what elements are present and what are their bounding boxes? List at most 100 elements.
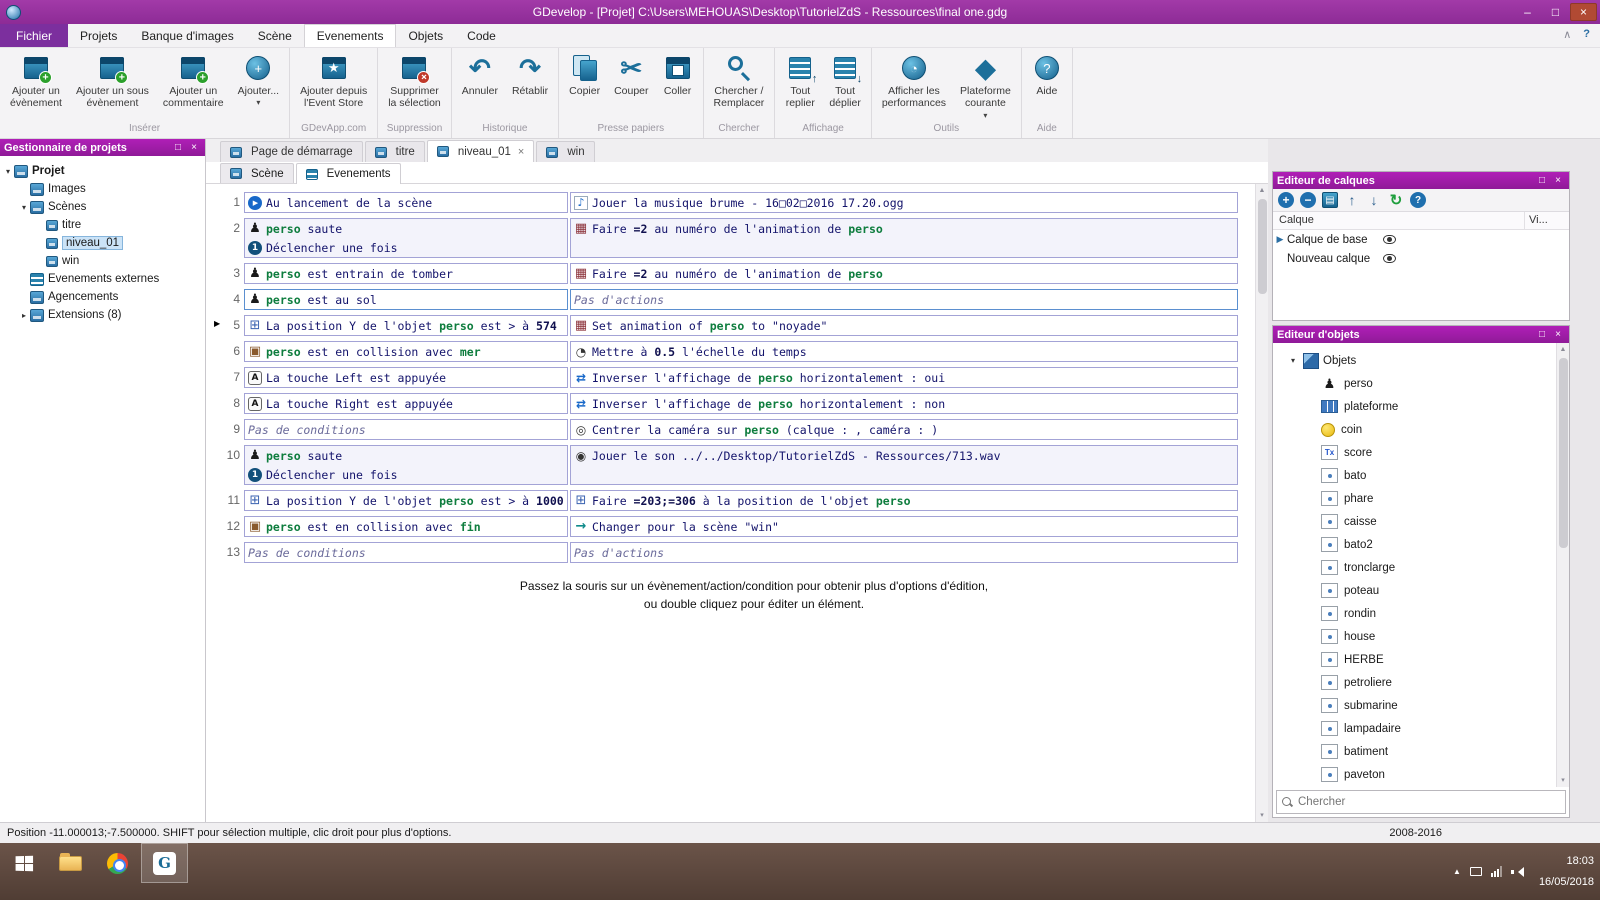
layers-help-icon[interactable]: ? xyxy=(1410,192,1426,208)
tree-item-images[interactable]: Images xyxy=(2,180,203,198)
event-conditions[interactable]: ALa touche Left est appuyée xyxy=(244,367,568,388)
layer-row-nouveau[interactable]: Nouveau calque xyxy=(1273,249,1569,268)
menu-objets[interactable]: Objets xyxy=(396,24,455,47)
scrollbar-thumb[interactable] xyxy=(1559,358,1568,548)
object-item[interactable]: bato2 xyxy=(1273,533,1569,556)
menu-projets[interactable]: Projets xyxy=(68,24,129,47)
event-row[interactable]: 2 ♟perso saute 1Déclencher une fois ▦Fai… xyxy=(218,218,1248,258)
event-conditions[interactable]: ⊞La position Y de l'objet perso est > à … xyxy=(244,315,568,336)
object-item[interactable]: petroliere xyxy=(1273,671,1569,694)
event-actions[interactable]: ▦Faire =2 au numéro de l'animation de pe… xyxy=(570,218,1238,258)
scroll-down-icon[interactable]: ▾ xyxy=(1260,809,1264,822)
close-tab-icon[interactable]: × xyxy=(518,146,524,158)
menu-code[interactable]: Code xyxy=(455,24,508,47)
paste-button[interactable]: Coller xyxy=(656,50,700,97)
start-button[interactable] xyxy=(0,843,47,883)
copy-button[interactable]: Copier xyxy=(562,50,607,97)
close-panel-icon[interactable]: × xyxy=(1551,329,1565,340)
event-actions[interactable]: ◉Jouer le son ../../Desktop/TutorielZdS … xyxy=(570,445,1238,485)
object-item[interactable]: lampadaire xyxy=(1273,717,1569,740)
move-layer-down-icon[interactable]: ↓ xyxy=(1366,192,1382,208)
tab-titre[interactable]: titre xyxy=(365,141,425,162)
event-conditions[interactable]: ▣perso est en collision avec mer xyxy=(244,341,568,362)
object-item[interactable]: tronclarge xyxy=(1273,556,1569,579)
tree-item-niveau-01[interactable]: niveau_01 xyxy=(2,234,203,252)
objects-search-box[interactable] xyxy=(1276,790,1566,814)
tree-item-titre[interactable]: titre xyxy=(2,216,203,234)
event-conditions[interactable]: Pas de conditions xyxy=(244,542,568,563)
event-actions[interactable]: ◎Centrer la caméra sur perso (calque : ,… xyxy=(570,419,1238,440)
event-row[interactable]: 10 ♟perso saute 1Déclencher une fois ◉Jo… xyxy=(218,445,1248,485)
minimize-button[interactable]: – xyxy=(1514,3,1541,21)
tab-events-view[interactable]: Evenements xyxy=(296,163,401,184)
event-conditions[interactable]: ▶Au lancement de la scène xyxy=(244,192,568,213)
volume-icon[interactable] xyxy=(1511,866,1524,878)
cut-button[interactable]: ✂ Couper xyxy=(607,50,655,97)
redo-button[interactable]: ↷ Rétablir xyxy=(505,50,555,97)
event-conditions[interactable]: ♟perso est au sol xyxy=(244,289,568,310)
object-item[interactable]: poteau xyxy=(1273,579,1569,602)
event-conditions[interactable]: Pas de conditions xyxy=(244,419,568,440)
event-actions[interactable]: ♪Jouer la musique brume - 16□02□2016 17.… xyxy=(570,192,1238,213)
tree-item-scenes[interactable]: ▾ Scènes xyxy=(2,198,203,216)
delete-selection-button[interactable]: × Supprimer la sélection xyxy=(381,50,448,110)
scroll-up-icon[interactable]: ▲ xyxy=(1259,184,1266,197)
object-item[interactable]: paveton xyxy=(1273,763,1569,786)
tree-item-projet[interactable]: ▾ Projet xyxy=(2,162,203,180)
expand-all-button[interactable]: ↓ Tout déplier xyxy=(822,50,868,110)
event-conditions[interactable]: ♟perso saute 1Déclencher une fois xyxy=(244,445,568,485)
event-row-selected[interactable]: 4 ♟perso est au sol Pas d'actions xyxy=(218,289,1248,310)
layer-row-base[interactable]: ▶ Calque de base xyxy=(1273,230,1569,249)
object-item[interactable]: batiment xyxy=(1273,740,1569,763)
menu-banque-images[interactable]: Banque d'images xyxy=(129,24,245,47)
tab-win[interactable]: win xyxy=(536,141,594,162)
event-conditions[interactable]: ALa touche Right est appuyée xyxy=(244,393,568,414)
chrome-button[interactable] xyxy=(94,843,141,883)
add-comment-button[interactable]: + Ajouter un commentaire xyxy=(156,50,231,110)
collapse-all-button[interactable]: ↑ Tout replier xyxy=(778,50,822,110)
layer-visible-icon[interactable] xyxy=(1383,235,1396,244)
event-row[interactable]: 11 ⊞La position Y de l'objet perso est >… xyxy=(218,490,1248,511)
tree-item-win[interactable]: win xyxy=(2,252,203,270)
events-scrollbar[interactable]: ▲ ▾ xyxy=(1255,184,1268,822)
event-actions[interactable]: Pas d'actions xyxy=(570,289,1238,310)
help-button[interactable]: ? Aide xyxy=(1025,50,1069,97)
event-row[interactable]: 7 ALa touche Left est appuyée ⇄Inverser … xyxy=(218,367,1248,388)
add-more-button[interactable]: + Ajouter... ▾ xyxy=(231,50,286,107)
tree-item-agencements[interactable]: Agencements xyxy=(2,288,203,306)
scrollbar-thumb[interactable] xyxy=(1258,199,1267,294)
objects-root[interactable]: ▾ Objets xyxy=(1273,349,1569,372)
current-platform-button[interactable]: ◆ Plateforme courante ▾ xyxy=(953,50,1018,120)
object-item[interactable]: rondin xyxy=(1273,602,1569,625)
refresh-layers-icon[interactable]: ↻ xyxy=(1388,192,1404,208)
dock-icon[interactable]: □ xyxy=(1535,329,1549,340)
event-row[interactable]: 12 ▣perso est en collision avec fin →Cha… xyxy=(218,516,1248,537)
dock-icon[interactable]: □ xyxy=(1535,175,1549,186)
event-row[interactable]: 9 Pas de conditions ◎Centrer la caméra s… xyxy=(218,419,1248,440)
menu-evenements[interactable]: Evenements xyxy=(304,24,397,47)
display-tray-icon[interactable] xyxy=(1470,867,1482,876)
tab-scene-view[interactable]: Scène xyxy=(220,163,294,183)
taskbar-clock[interactable]: 18:03 16/05/2018 xyxy=(1533,851,1594,893)
object-item[interactable]: HERBE xyxy=(1273,648,1569,671)
search-replace-button[interactable]: Chercher / Remplacer xyxy=(707,50,772,110)
add-sub-event-button[interactable]: + Ajouter un sous évènement xyxy=(69,50,156,110)
object-item[interactable]: submarine xyxy=(1273,694,1569,717)
ribbon-help-icon[interactable]: ? xyxy=(1583,28,1590,41)
add-event-button[interactable]: + Ajouter un évènement xyxy=(3,50,69,110)
edit-layer-icon[interactable]: ▤ xyxy=(1322,192,1338,208)
object-item[interactable]: ♟perso xyxy=(1273,372,1569,395)
event-conditions[interactable]: ⊞La position Y de l'objet perso est > à … xyxy=(244,490,568,511)
tray-expand-icon[interactable]: ▲ xyxy=(1453,867,1461,876)
scroll-down-icon[interactable]: ▾ xyxy=(1561,774,1565,787)
event-actions[interactable]: ⇄Inverser l'affichage de perso horizonta… xyxy=(570,367,1238,388)
maximize-button[interactable]: □ xyxy=(1542,3,1569,21)
event-row[interactable]: 3 ♟perso est entrain de tomber ▦Faire =2… xyxy=(218,263,1248,284)
scroll-up-icon[interactable]: ▲ xyxy=(1560,343,1567,356)
remove-layer-icon[interactable]: − xyxy=(1300,192,1316,208)
object-item[interactable]: bato xyxy=(1273,464,1569,487)
event-actions[interactable]: Pas d'actions xyxy=(570,542,1238,563)
event-row[interactable]: 1 ▶Au lancement de la scène ♪Jouer la mu… xyxy=(218,192,1248,213)
event-conditions[interactable]: ▣perso est en collision avec fin xyxy=(244,516,568,537)
object-item[interactable]: coin xyxy=(1273,418,1569,441)
